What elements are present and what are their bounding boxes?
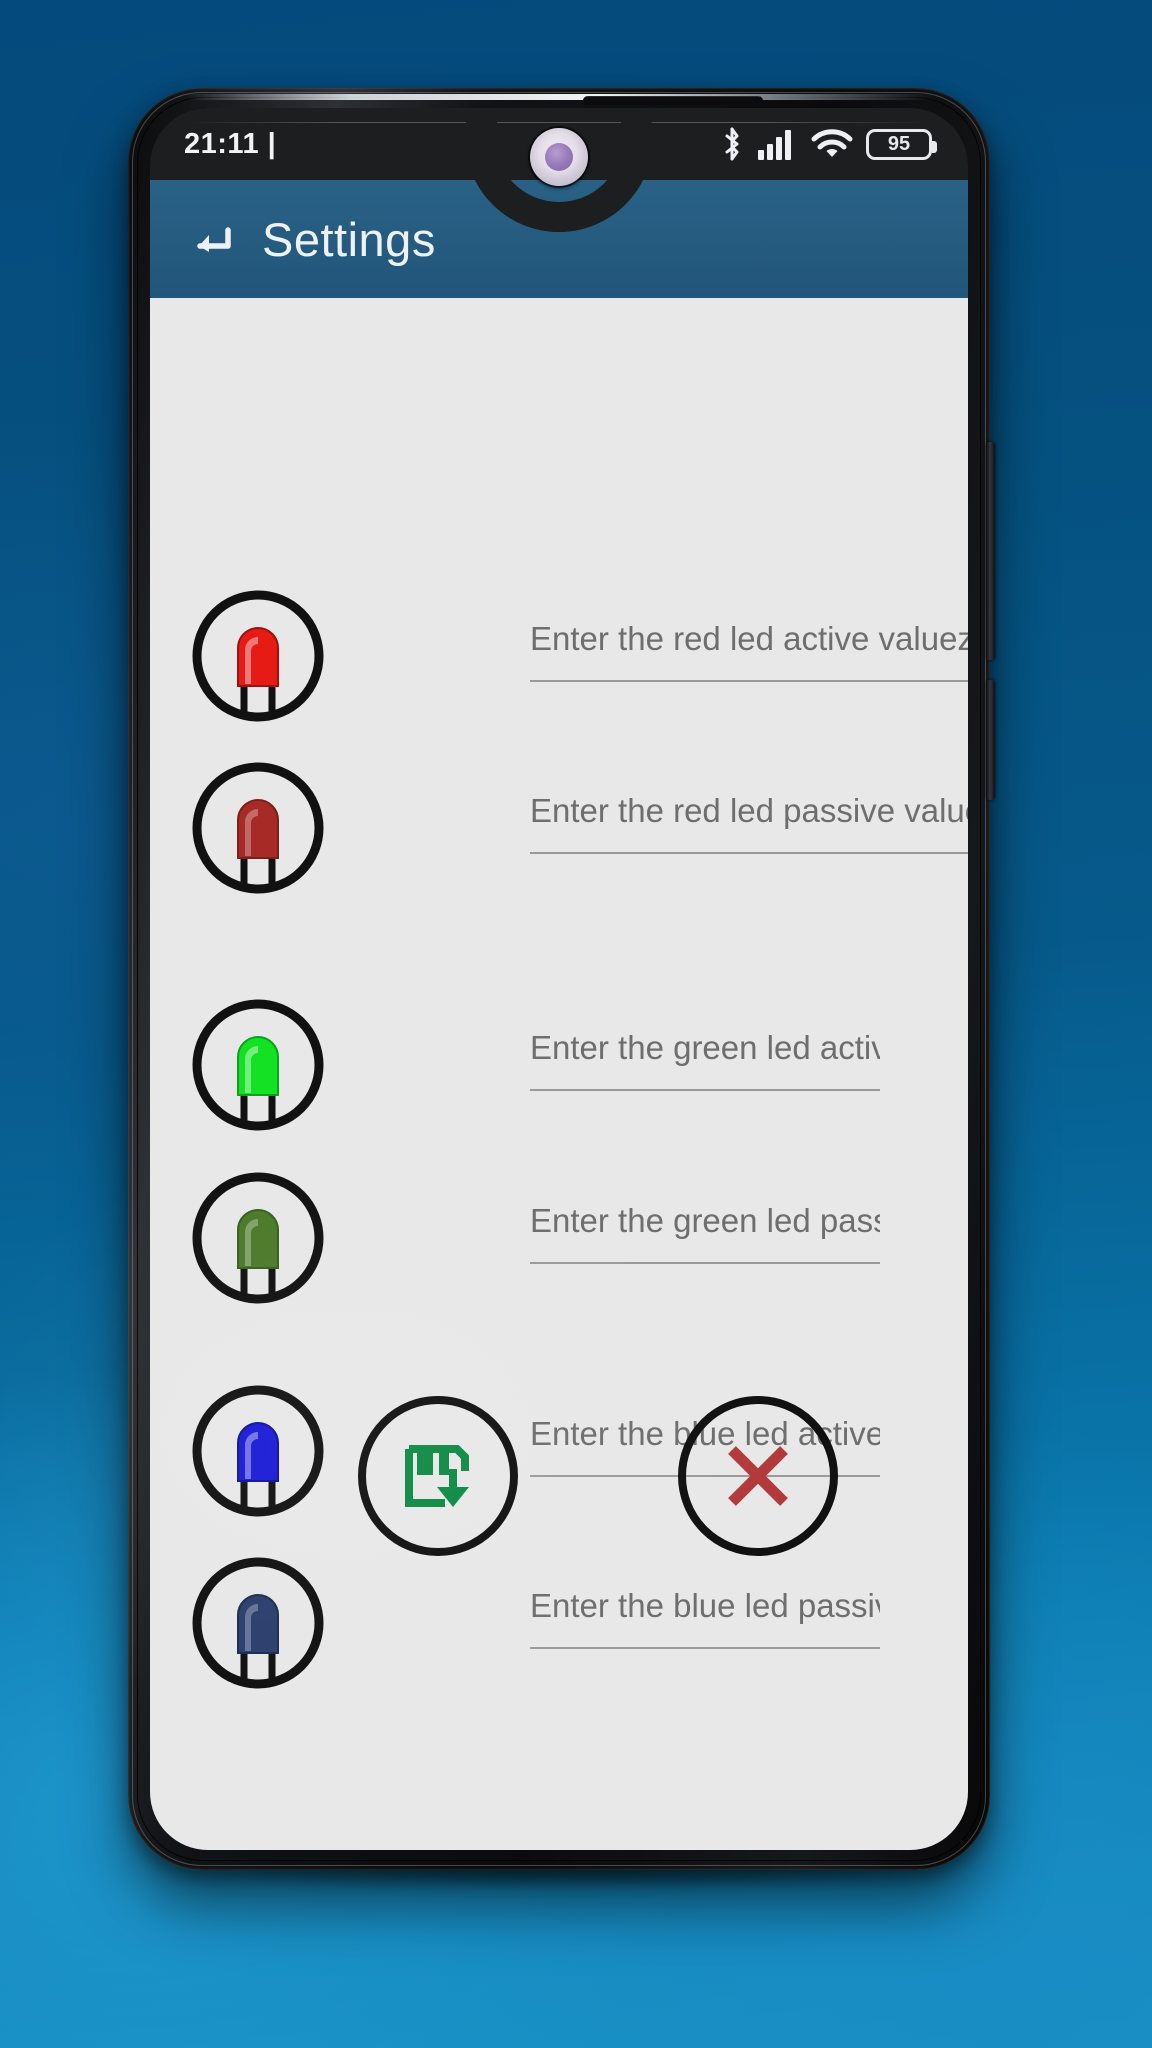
status-bar: 21:11 | 95	[150, 108, 968, 186]
front-camera-icon	[530, 128, 588, 186]
bluetooth-icon	[725, 127, 739, 161]
battery-icon: 95	[866, 128, 937, 160]
phone-screen: 21:11 | 95 Settings Enter the red led ac…	[150, 108, 968, 1850]
placeholder-blue-passive: Enter the blue led passive value	[530, 1587, 880, 1624]
page-title: Settings	[262, 212, 436, 266]
wifi-icon	[811, 129, 853, 157]
cellular-signal-icon	[758, 130, 791, 160]
settings-content: Enter the red led active valuez Enter th…	[150, 298, 968, 1850]
field-red-passive[interactable]: Enter the red led passive value	[530, 780, 968, 854]
field-green-passive[interactable]: Enter the green led passive value	[530, 1190, 880, 1264]
field-blue-passive[interactable]: Enter the blue led passive value	[530, 1575, 880, 1649]
status-bar-icons: 95	[719, 127, 937, 161]
settings-row-red-active: Enter the red led active valuez	[150, 586, 968, 736]
earpiece-speaker	[583, 96, 763, 105]
settings-row-green-passive: Enter the green led passive value	[150, 1168, 968, 1318]
placeholder-green-passive: Enter the green led passive value	[530, 1202, 880, 1239]
power-button[interactable]	[986, 442, 995, 660]
placeholder-red-active: Enter the red led active valuez	[530, 620, 968, 657]
settings-row-green-active: Enter the green led active value	[150, 995, 968, 1145]
close-cross-icon	[728, 1446, 788, 1506]
placeholder-green-active: Enter the green led active value	[530, 1029, 880, 1066]
app-bar: Settings	[150, 180, 968, 298]
settings-row-red-passive: Enter the red led passive value	[150, 758, 968, 908]
field-green-active[interactable]: Enter the green led active value	[530, 1017, 880, 1091]
led-red-active-icon	[192, 590, 324, 722]
phone-device-frame: 21:11 | 95 Settings Enter the red led ac…	[128, 88, 995, 1870]
phone-top-glint	[186, 94, 934, 100]
back-arrow-icon[interactable]	[188, 219, 234, 259]
wallpaper-background: 21:11 | 95 Settings Enter the red led ac…	[0, 0, 1152, 2048]
action-button-row	[150, 1396, 968, 1576]
volume-button[interactable]	[986, 680, 995, 800]
front-camera-lens	[545, 143, 573, 171]
battery-level-text: 95	[887, 132, 911, 155]
save-button[interactable]	[358, 1396, 518, 1556]
led-green-passive-icon	[192, 1172, 324, 1304]
cancel-button[interactable]	[678, 1396, 838, 1556]
led-green-active-icon	[192, 999, 324, 1131]
status-bar-clock: 21:11 |	[184, 127, 277, 160]
placeholder-red-passive: Enter the red led passive value	[530, 792, 968, 829]
led-red-passive-icon	[192, 762, 324, 894]
save-floppy-download-icon	[405, 1445, 469, 1507]
field-red-active[interactable]: Enter the red led active valuez	[530, 608, 968, 682]
